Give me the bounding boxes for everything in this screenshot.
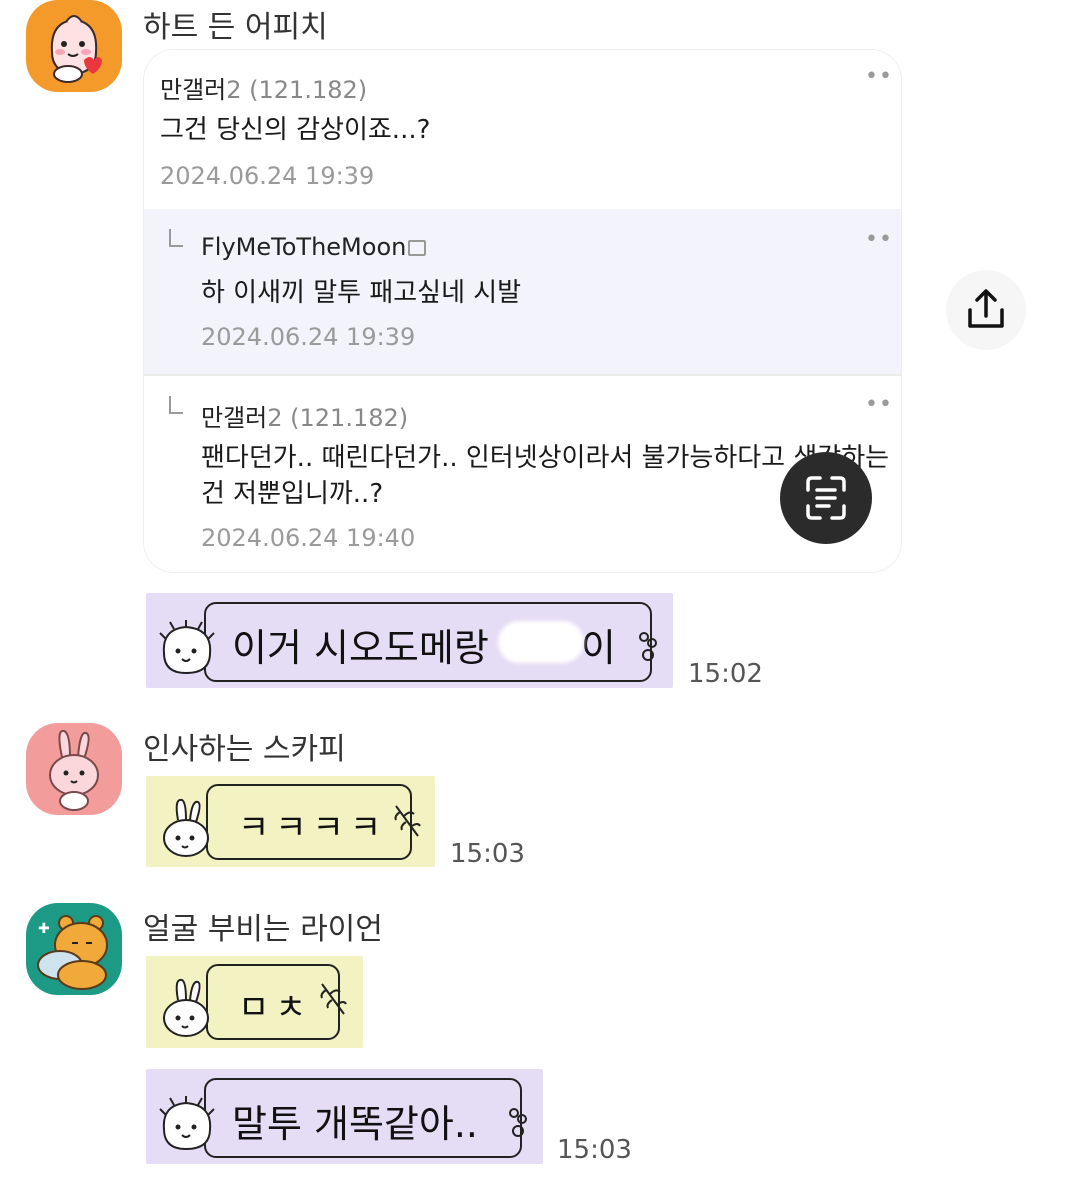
avatar-apeach[interactable] [26, 0, 122, 92]
sender-name: 하트 든 어피치 [143, 10, 328, 45]
emoticon-message[interactable]: ㅁㅊ [146, 956, 363, 1048]
ryan-hug-icon: ✚ [26, 903, 122, 995]
bunny-character-icon [163, 798, 209, 857]
hedgehog-character-icon [159, 1096, 215, 1151]
emoticon-text: ㅁㅊ [238, 988, 313, 1028]
fixed-nick-badge-icon [408, 240, 427, 256]
emoticon-message[interactable]: 이거 시오도메랑 이 [146, 593, 673, 688]
svg-text:✚: ✚ [38, 921, 50, 937]
more-dots-icon[interactable]: •• [865, 392, 893, 417]
comment-date: 2024.06.24 19:39 [201, 323, 416, 351]
emoticon-text: 말투 개똑같아.. [232, 1102, 478, 1146]
emoticon-text: ㅋㅋㅋㅋ [238, 808, 388, 848]
share-button[interactable] [946, 270, 1026, 350]
sparkle-icon [509, 1108, 527, 1137]
comment-date: 2024.06.24 19:40 [201, 524, 416, 552]
sparkle-icon [639, 632, 657, 661]
message-time: 15:02 [688, 659, 763, 689]
reply-arrow-icon [169, 229, 183, 247]
comment-author[interactable]: FlyMeToTheMoon [201, 233, 427, 261]
text-scan-button[interactable] [780, 452, 872, 544]
comment-author[interactable]: 만갤러2 (121.182) [201, 398, 408, 433]
avatar-scappy[interactable] [26, 723, 122, 815]
hedgehog-character-icon [159, 620, 215, 675]
comment-text: 그건 당신의 감상이죠...? [160, 115, 431, 145]
leaf-sprig-icon [320, 983, 347, 1015]
message-time: 15:03 [557, 1135, 632, 1165]
more-dots-icon[interactable]: •• [865, 64, 893, 89]
emoticon-message[interactable]: 말투 개똑같아.. [146, 1069, 543, 1164]
message-time: 15:03 [450, 839, 525, 869]
reply-arrow-icon [169, 396, 183, 414]
text-scan-icon [806, 476, 846, 520]
sender-name: 인사하는 스카피 [143, 732, 346, 767]
comment-item: 만갤러2 (121.182) •• 그건 당신의 감상이죠...? 2024.0… [144, 50, 901, 209]
sender-name: 얼굴 부비는 라이언 [143, 912, 383, 947]
comment-text: 하 이새끼 말투 패고싶네 시발 [201, 278, 522, 308]
reply-comment-item: FlyMeToTheMoon •• 하 이새끼 말투 패고싶네 시발 2024.… [144, 209, 901, 374]
leaf-sprig-icon [394, 805, 421, 837]
share-upload-icon [968, 289, 1004, 328]
chat-screen: 하트 든 어피치 만갤러2 (121.182) •• 그건 당신의 감상이죠..… [0, 0, 1089, 1200]
more-dots-icon[interactable]: •• [865, 227, 893, 252]
comment-author[interactable]: 만갤러2 (121.182) [160, 70, 367, 105]
scappy-bunny-icon [26, 723, 122, 815]
apeach-heart-icon [26, 0, 122, 92]
comment-date: 2024.06.24 19:39 [160, 162, 375, 190]
bunny-character-icon [163, 978, 209, 1037]
avatar-ryan[interactable]: ✚ [26, 903, 122, 995]
emoticon-message[interactable]: ㅋㅋㅋㅋ [146, 776, 435, 867]
redacted-blur [498, 621, 584, 663]
